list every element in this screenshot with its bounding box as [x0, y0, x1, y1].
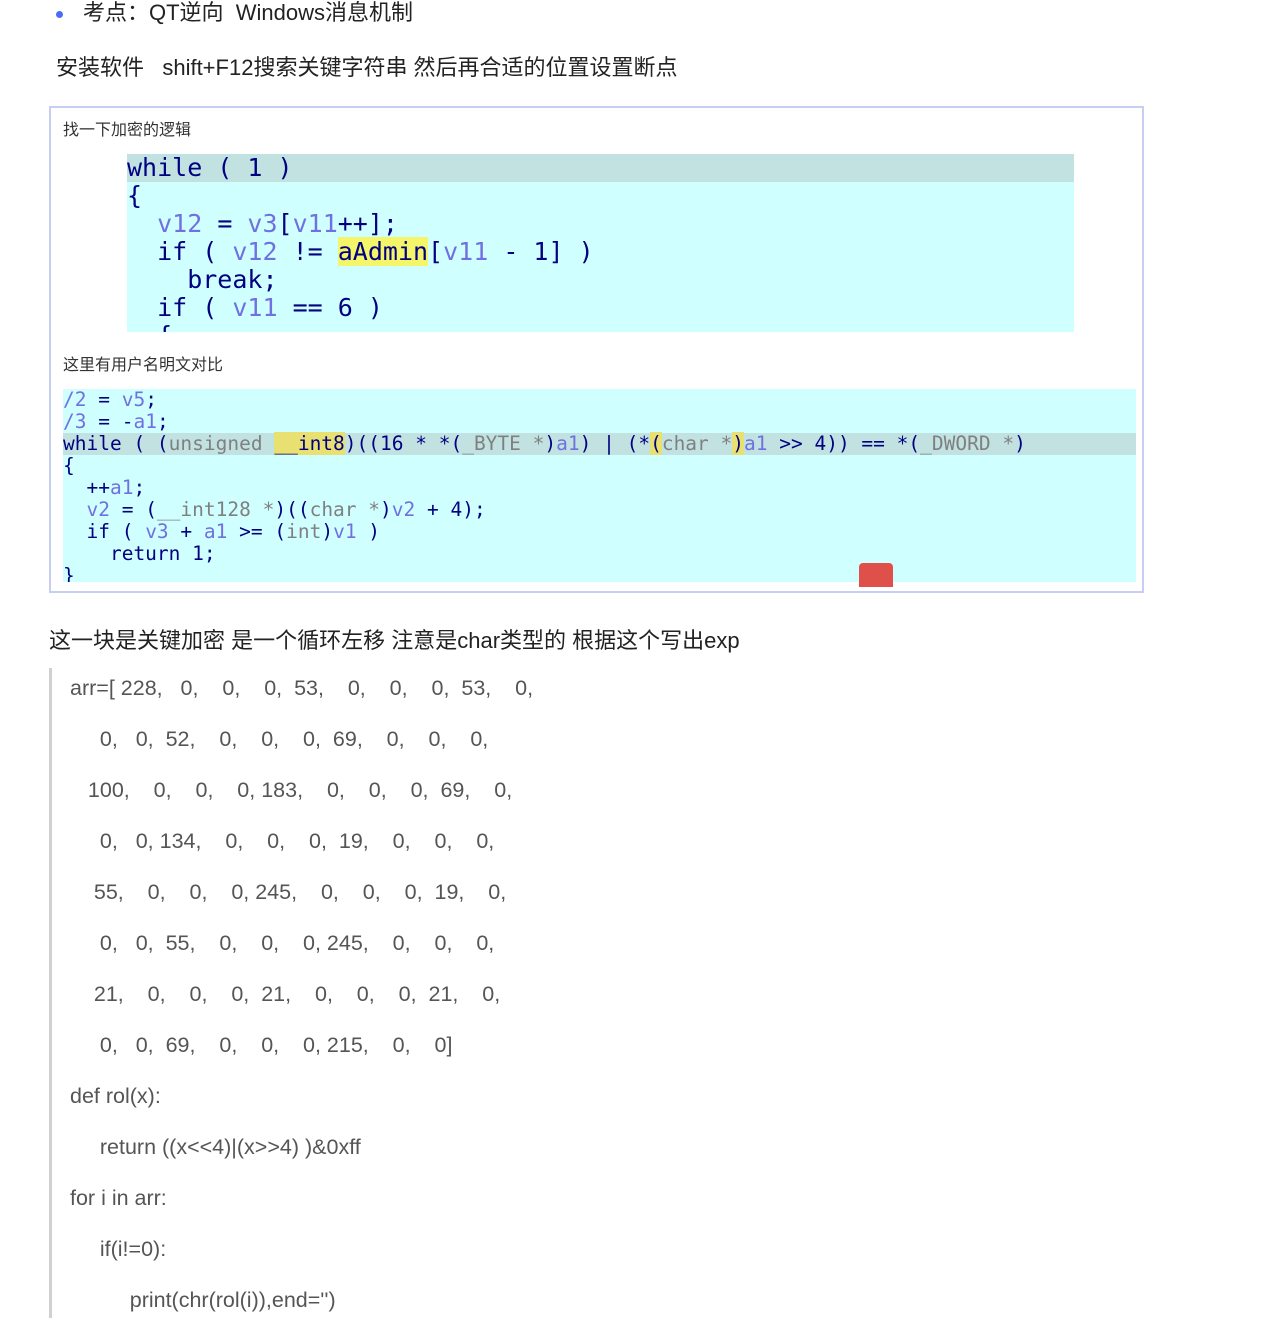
- code-line: if ( v11 == 6 ): [127, 293, 383, 322]
- caption-encryption: 找一下加密的逻辑: [63, 122, 192, 139]
- code-block-loop: while ( 1 ) { v12 = v3[v11++]; if ( v12 …: [127, 154, 1074, 332]
- code-line: v12 = v3[v11++];: [157, 209, 398, 238]
- quote-line: if(i!=0):: [70, 1237, 167, 1261]
- screenshot-figure: 找一下加密的逻辑 while ( 1 ) { v12 = v3[v11++]; …: [49, 106, 1144, 593]
- code-line: /2 = v5;: [63, 389, 157, 411]
- code-line: v2 = (__int128 *)((char *)v2 + 4);: [86, 498, 486, 521]
- quote-line: return ((x<<4)|(x>>4) )&0xff: [70, 1135, 361, 1159]
- bullet-text: 考点：QT逆向 Windows消息机制: [83, 0, 414, 25]
- code-line: if ( v12 != aAdmin[v11 - 1] ): [127, 237, 594, 266]
- code-line: /3 = -a1;: [63, 410, 169, 433]
- code-line: }: [63, 564, 75, 583]
- quote-line: for i in arr:: [70, 1186, 167, 1210]
- bullet-dot-icon: [56, 10, 63, 18]
- code-line: break;: [127, 265, 278, 294]
- quote-line: print(chr(rol(i)),end=''): [70, 1288, 336, 1312]
- code-block-compare: /2 = v5; /3 = -a1; while ( (unsigned __i…: [63, 389, 1136, 582]
- quote-line: 0, 0, 55, 0, 0, 0, 245, 0, 0, 0,: [70, 931, 495, 955]
- quote-line: 55, 0, 0, 0, 245, 0, 0, 0, 19, 0,: [70, 880, 507, 904]
- quote-line: arr=[ 228, 0, 0, 0, 53, 0, 0, 0, 53, 0,: [70, 676, 534, 700]
- code-line: {: [63, 454, 75, 477]
- code-line: while ( (unsigned __int8)((16 * *(_BYTE …: [63, 432, 1136, 455]
- code-line: {: [127, 181, 143, 210]
- bullet-item: 考点：QT逆向 Windows消息机制: [56, 0, 413, 26]
- code-line: {: [127, 322, 1074, 333]
- exp-paragraph: 这一块是关键加密 是一个循环左移 注意是char类型的 根据这个写出exp: [49, 628, 740, 653]
- intro-paragraph: 安装软件 shift+F12搜索关键字符串 然后再合适的位置设置断点: [56, 55, 678, 80]
- code-line: if ( v3 + a1 >= (int)v1 ): [63, 520, 381, 543]
- code-line: return 1;: [63, 542, 216, 565]
- quote-line: def rol(x):: [70, 1084, 161, 1108]
- code-line: while ( 1 ): [127, 154, 1074, 182]
- quote-line: 0, 0, 134, 0, 0, 0, 19, 0, 0, 0,: [70, 829, 495, 853]
- quote-line: 0, 0, 69, 0, 0, 0, 215, 0, 0]: [70, 1033, 453, 1057]
- code-line: ++a1;: [63, 476, 146, 499]
- quote-line: 100, 0, 0, 0, 183, 0, 0, 0, 69, 0,: [70, 778, 513, 802]
- quote-line: 0, 0, 52, 0, 0, 0, 69, 0, 0, 0,: [70, 727, 489, 751]
- quote-line: 21, 0, 0, 0, 21, 0, 0, 0, 21, 0,: [70, 982, 501, 1006]
- search-icon[interactable]: [859, 563, 893, 587]
- code-blockquote: arr=[ 228, 0, 0, 0, 53, 0, 0, 0, 53, 0, …: [49, 668, 952, 1318]
- caption-username-compare: 这里有用户名明文对比: [63, 357, 224, 374]
